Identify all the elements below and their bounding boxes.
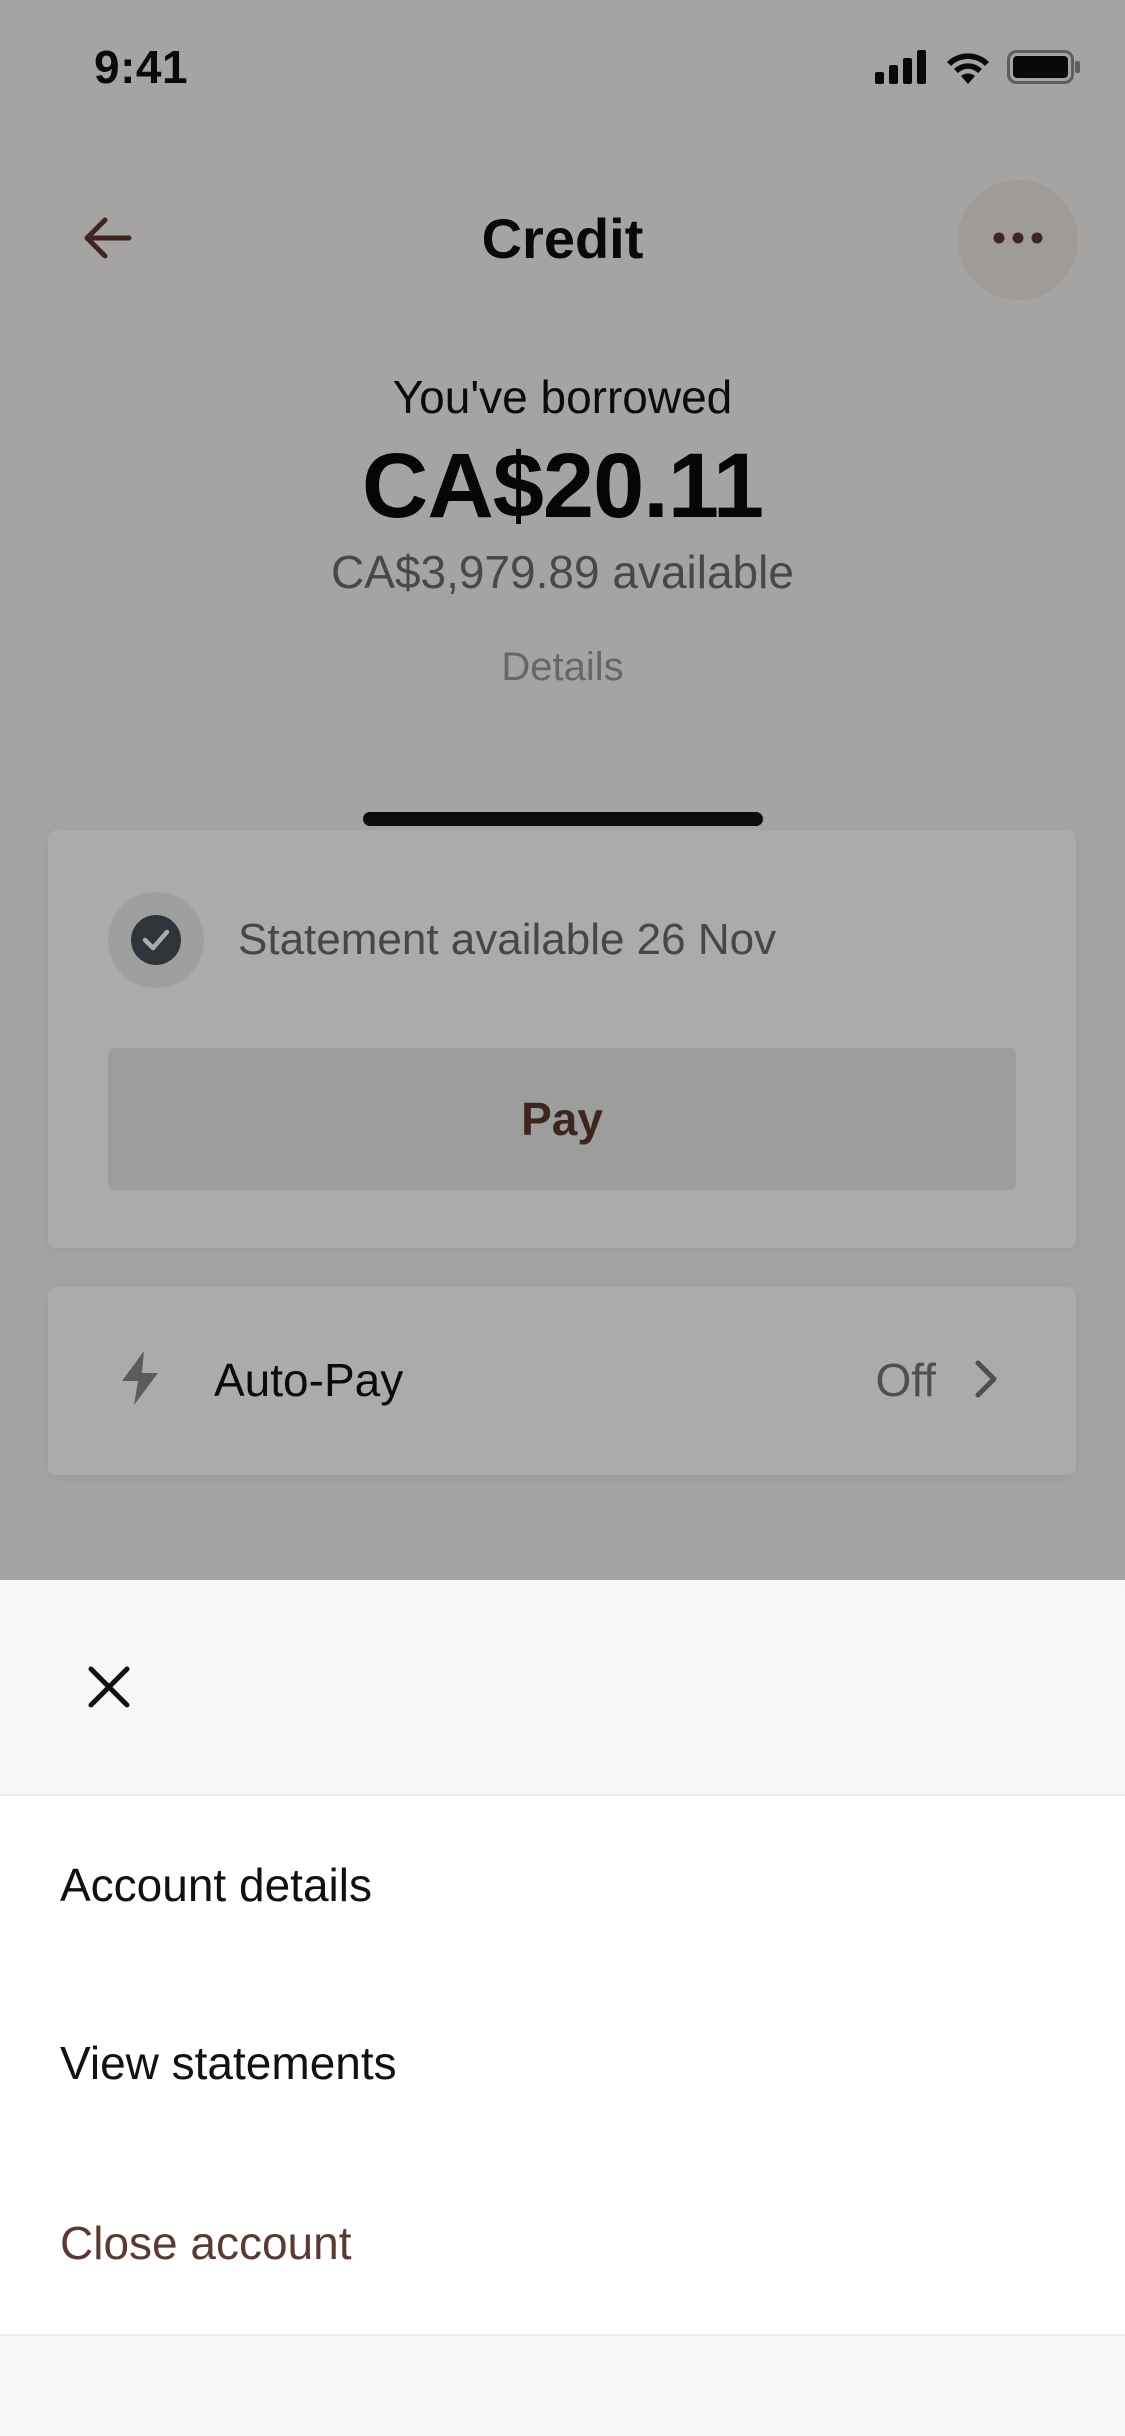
menu-item-account-details[interactable]: Account details [60, 1858, 372, 1912]
menu-item-close-account[interactable]: Close account [60, 2216, 352, 2270]
sheet-footer [0, 2334, 1125, 2436]
options-bottom-sheet: Account details View statements Close ac… [0, 1580, 1125, 2436]
close-icon [87, 1665, 131, 1714]
modal-backdrop[interactable] [0, 0, 1125, 1580]
sheet-header [0, 1580, 1125, 1796]
home-indicator [363, 812, 763, 826]
menu-item-view-statements[interactable]: View statements [60, 2036, 397, 2090]
close-button[interactable] [64, 1644, 154, 1734]
